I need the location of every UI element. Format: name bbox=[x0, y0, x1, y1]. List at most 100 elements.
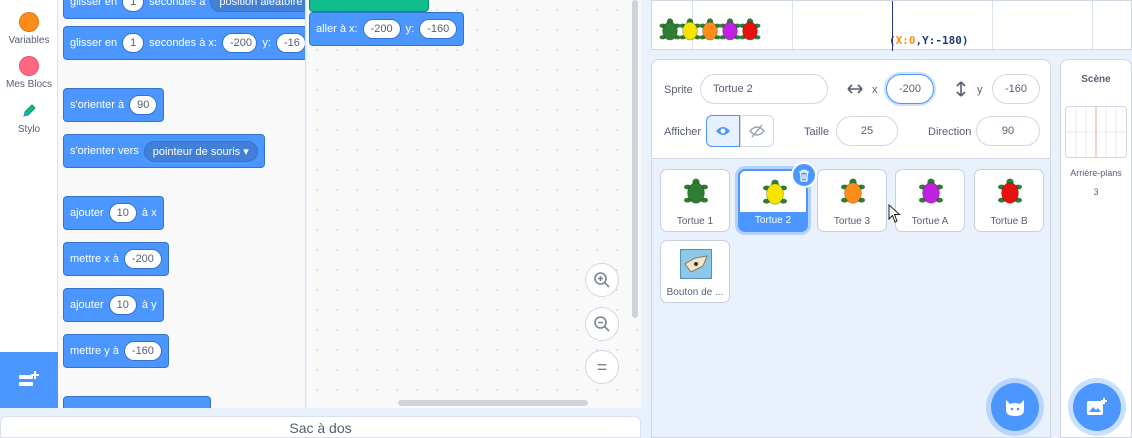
delete-sprite-button[interactable] bbox=[791, 162, 817, 188]
mouse-cursor-icon bbox=[888, 203, 902, 229]
turtle-icon bbox=[684, 178, 708, 204]
y-input[interactable]: -160 bbox=[992, 74, 1040, 104]
target-dropdown[interactable]: position aléatoire bbox=[210, 0, 305, 12]
script-area[interactable]: aller à x: -200 y: -160 = bbox=[307, 0, 641, 408]
sprite-name: Tortue A bbox=[911, 216, 949, 227]
backpack-header[interactable]: Sac à dos bbox=[0, 416, 641, 438]
backdrop-add-icon bbox=[1087, 398, 1107, 415]
backdrops-count: 3 bbox=[1093, 187, 1099, 197]
category-label: Mes Blocs bbox=[5, 79, 53, 90]
sprite-name: Tortue 2 bbox=[740, 212, 806, 230]
category-label: Stylo bbox=[17, 124, 41, 135]
block-text: secondes à bbox=[149, 0, 206, 8]
category-variables[interactable]: Variables bbox=[0, 12, 58, 46]
grid-line bbox=[1092, 1, 1093, 51]
button-sprite-thumbnail bbox=[680, 249, 712, 279]
direction-input[interactable]: 90 bbox=[976, 116, 1040, 146]
grid-line bbox=[992, 1, 993, 51]
pen-block[interactable] bbox=[309, 0, 429, 12]
goto-y-input[interactable]: -160 bbox=[419, 19, 458, 39]
change-y-block[interactable]: ajouter 10 à y bbox=[63, 288, 164, 322]
glide-random-block[interactable]: glisser en 1 secondes à position aléatoi… bbox=[63, 0, 305, 19]
blocks-flyout: glisser en 1 secondes à position aléatoi… bbox=[58, 0, 306, 408]
sprite-tile-bouton[interactable]: Bouton de ... bbox=[660, 240, 730, 303]
block-text: secondes à x: bbox=[149, 37, 217, 49]
turtle-icon bbox=[998, 178, 1022, 204]
zoom-out-button[interactable] bbox=[585, 307, 619, 341]
cat-add-icon bbox=[1006, 400, 1024, 416]
stage-turtles bbox=[659, 18, 761, 41]
set-x-block[interactable]: mettre x à -200 bbox=[63, 242, 169, 276]
add-extension-icon bbox=[19, 371, 39, 386]
block-text: glisser en bbox=[70, 37, 118, 49]
block-text: y: bbox=[405, 23, 415, 35]
point-towards-block[interactable]: s'orienter vers pointeur de souris ▾ bbox=[63, 134, 265, 168]
block-text: à x bbox=[141, 207, 157, 219]
direction-label: Direction bbox=[928, 126, 972, 138]
change-y-input[interactable]: 10 bbox=[108, 295, 137, 315]
turtle-icon bbox=[841, 178, 865, 204]
sprite-tile-tortue-1[interactable]: Tortue 1 bbox=[660, 169, 730, 232]
y-input[interactable]: -16 bbox=[275, 33, 305, 53]
next-block[interactable] bbox=[63, 396, 211, 408]
sprite-tile-tortue-b[interactable]: Tortue B bbox=[974, 169, 1044, 232]
show-visible-button[interactable] bbox=[706, 115, 740, 147]
x-input[interactable]: -200 bbox=[221, 33, 258, 53]
goto-x-input[interactable]: -200 bbox=[362, 19, 401, 39]
sprite-name: Tortue 3 bbox=[833, 216, 871, 227]
stage-selector[interactable]: Scène Arrière-plans 3 bbox=[1060, 59, 1132, 438]
zoom-reset-icon: = bbox=[596, 356, 608, 377]
goto-xy-block[interactable]: aller à x: -200 y: -160 bbox=[309, 12, 465, 46]
zoom-in-icon bbox=[594, 272, 610, 288]
set-y-input[interactable]: -160 bbox=[123, 341, 162, 361]
show-label: Afficher bbox=[664, 126, 702, 138]
backdrop-thumbnail bbox=[1065, 106, 1127, 158]
category-menu: Variables Mes Blocs Stylo bbox=[0, 0, 58, 408]
y-arrows-icon bbox=[952, 80, 970, 103]
zoom-in-button[interactable] bbox=[585, 263, 619, 297]
my-blocks-dot-icon bbox=[19, 56, 39, 76]
eye-slash-icon bbox=[749, 124, 765, 138]
x-arrows-icon bbox=[846, 80, 864, 103]
add-extension-button[interactable] bbox=[0, 352, 58, 408]
size-input[interactable]: 25 bbox=[836, 116, 898, 146]
set-x-input[interactable]: -200 bbox=[123, 249, 162, 269]
secs-input[interactable]: 1 bbox=[122, 33, 145, 53]
sprite-tile-tortue-a[interactable]: Tortue A bbox=[895, 169, 965, 232]
backdrops-label: Arrière-plans bbox=[1070, 168, 1122, 178]
stage-canvas[interactable]: (X:0,Y:-180) bbox=[651, 0, 1132, 51]
size-label: Taille bbox=[804, 126, 830, 138]
block-text: ajouter bbox=[70, 299, 104, 311]
zoom-reset-button[interactable]: = bbox=[585, 350, 619, 384]
horizontal-scrollbar[interactable] bbox=[398, 400, 588, 406]
x-label: x bbox=[872, 84, 878, 96]
glide-xy-block[interactable]: glisser en 1 secondes à x: -200 y: -16 bbox=[63, 26, 305, 60]
show-hidden-button[interactable] bbox=[740, 115, 774, 147]
towards-dropdown[interactable]: pointeur de souris ▾ bbox=[143, 140, 258, 162]
point-in-direction-block[interactable]: s'orienter à 90 bbox=[63, 88, 165, 122]
block-text: s'orienter à bbox=[70, 99, 125, 111]
set-y-block[interactable]: mettre y à -160 bbox=[63, 334, 169, 368]
direction-input[interactable]: 90 bbox=[129, 95, 158, 115]
vertical-scrollbar[interactable] bbox=[632, 0, 638, 318]
block-text: mettre x à bbox=[70, 253, 119, 265]
change-x-block[interactable]: ajouter 10 à x bbox=[63, 196, 164, 230]
choose-sprite-button[interactable] bbox=[991, 383, 1039, 431]
block-text: ajouter bbox=[70, 207, 104, 219]
change-x-input[interactable]: 10 bbox=[108, 203, 137, 223]
block-text: aller à x: bbox=[316, 23, 358, 35]
turtle-icon bbox=[763, 179, 787, 205]
sprite-label: Sprite bbox=[664, 84, 693, 96]
x-input[interactable]: -200 bbox=[886, 74, 934, 104]
choose-backdrop-button[interactable] bbox=[1073, 383, 1121, 431]
sprite-name-input[interactable]: Tortue 2 bbox=[700, 74, 828, 104]
category-my-blocks[interactable]: Mes Blocs bbox=[0, 56, 58, 90]
sprite-tile-tortue-3[interactable]: Tortue 3 bbox=[817, 169, 887, 232]
variables-dot-icon bbox=[19, 12, 39, 32]
secs-input[interactable]: 1 bbox=[122, 0, 145, 12]
block-text: glisser en bbox=[70, 0, 118, 8]
coordinate-readout: (X:0,Y:-180) bbox=[889, 34, 969, 47]
y-label: y bbox=[977, 84, 983, 96]
eye-icon bbox=[716, 127, 730, 135]
category-pen[interactable]: Stylo bbox=[0, 101, 58, 135]
